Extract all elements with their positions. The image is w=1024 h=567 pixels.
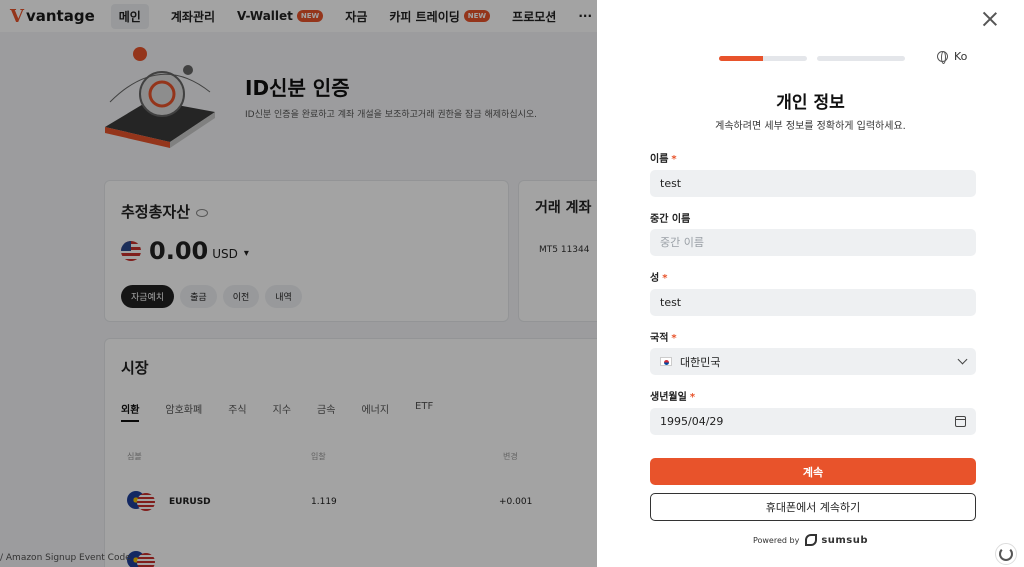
bottom-note: / Amazon Signup Event Code bbox=[0, 553, 131, 563]
first-name-field[interactable] bbox=[650, 170, 976, 197]
sumsub-icon bbox=[805, 534, 818, 546]
birthdate-label: 생년월일 * bbox=[650, 388, 695, 403]
language-selector[interactable]: Ko bbox=[937, 50, 968, 64]
powered-by: Powered by sumsub bbox=[597, 534, 1024, 546]
personal-info-modal: Ko 개인 정보 계속하려면 세부 정보를 정확하게 입력하세요. 이름* 중간… bbox=[597, 0, 1024, 567]
last-name-input[interactable] bbox=[660, 296, 966, 309]
label-text: 이름 bbox=[650, 154, 669, 165]
chevron-down-icon bbox=[957, 354, 968, 365]
middle-name-label: 중간 이름 bbox=[650, 210, 690, 225]
required-mark: * bbox=[662, 273, 668, 284]
calendar-icon[interactable] bbox=[955, 416, 966, 427]
language-label: Ko bbox=[954, 50, 968, 63]
label-text: 성 bbox=[650, 273, 660, 284]
progress-fill bbox=[719, 56, 763, 61]
first-name-label: 이름 * bbox=[650, 150, 677, 165]
last-name-field[interactable] bbox=[650, 289, 976, 316]
first-name-input[interactable] bbox=[660, 177, 966, 190]
last-name-label: 성 * bbox=[650, 269, 667, 284]
label-text: 생년월일 bbox=[650, 392, 687, 403]
sumsub-logo: sumsub bbox=[805, 534, 868, 546]
progress-step-1 bbox=[719, 56, 807, 61]
birthdate-field[interactable] bbox=[650, 408, 976, 435]
sumsub-text: sumsub bbox=[821, 534, 869, 546]
birthdate-input[interactable] bbox=[660, 415, 966, 428]
globe-icon bbox=[937, 51, 948, 64]
korea-flag-icon bbox=[660, 357, 672, 366]
continue-button[interactable]: 계속 bbox=[650, 458, 976, 485]
close-icon[interactable] bbox=[981, 10, 999, 28]
modal-backdrop[interactable] bbox=[0, 0, 597, 567]
continue-on-phone-button[interactable]: 휴대폰에서 계속하기 bbox=[650, 493, 976, 521]
nationality-select[interactable]: 대한민국 bbox=[650, 348, 976, 375]
required-mark: * bbox=[671, 154, 677, 165]
label-text: 중간 이름 bbox=[650, 214, 691, 225]
step-progress bbox=[719, 56, 905, 61]
form-subtitle: 계속하려면 세부 정보를 정확하게 입력하세요. bbox=[715, 121, 906, 132]
powered-by-text: Powered by bbox=[752, 535, 800, 545]
middle-name-input[interactable] bbox=[660, 236, 966, 249]
form-title: 개인 정보 bbox=[776, 93, 845, 113]
nationality-label: 국적 * bbox=[650, 329, 677, 344]
nationality-value: 대한민국 bbox=[680, 355, 721, 369]
progress-step-2 bbox=[817, 56, 905, 61]
middle-name-field[interactable] bbox=[650, 229, 976, 256]
label-text: 국적 bbox=[650, 333, 669, 344]
help-chat-icon[interactable] bbox=[995, 543, 1017, 565]
required-mark: * bbox=[671, 333, 677, 344]
required-mark: * bbox=[689, 392, 696, 403]
